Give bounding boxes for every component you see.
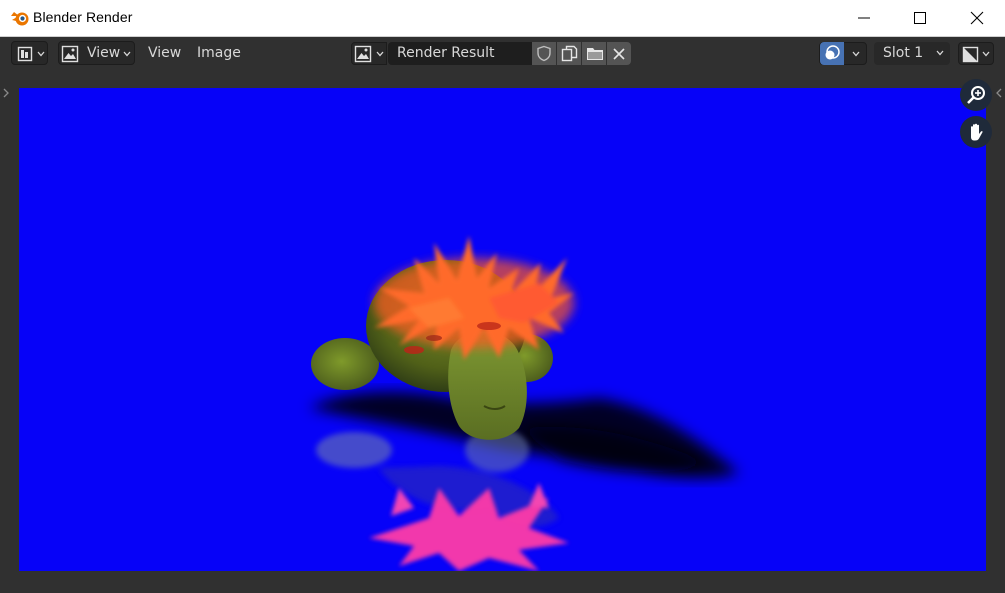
overlay-toggle-button[interactable]: [820, 42, 844, 65]
image-menu[interactable]: Image: [197, 45, 241, 61]
overlay-toggle-icon: [825, 45, 840, 60]
close-icon: [613, 48, 625, 60]
image-editor-header: View View Image Render Result Slot 1: [0, 37, 1005, 69]
close-icon: [970, 11, 984, 25]
view-mode-label: View: [87, 45, 121, 61]
view-mode-dropdown[interactable]: View: [58, 41, 135, 65]
sidebar-expand-arrow-icon[interactable]: [995, 87, 1003, 99]
pan-gizmo[interactable]: [960, 116, 992, 148]
display-channels-icon: [962, 46, 979, 63]
minimize-icon: [858, 17, 870, 19]
image-icon: [61, 45, 79, 63]
minimize-button[interactable]: [836, 0, 892, 36]
toolbar-expand-arrow-icon[interactable]: [2, 87, 10, 99]
editor-type-button[interactable]: [11, 41, 48, 65]
chevron-down-icon: [37, 51, 45, 57]
image-browse-icon: [354, 45, 372, 63]
display-channels-dropdown[interactable]: [958, 42, 994, 65]
image-editor-icon: [17, 46, 33, 62]
folder-icon: [587, 48, 603, 60]
chevron-down-icon: [376, 51, 384, 57]
zoom-gizmo[interactable]: [960, 79, 992, 111]
render-scene: [309, 236, 739, 571]
open-image-button[interactable]: [582, 42, 606, 65]
blender-logo-icon: [11, 12, 29, 26]
maximize-button[interactable]: [892, 0, 948, 36]
chevron-down-icon: [982, 51, 990, 57]
chevron-down-icon: [123, 51, 131, 57]
image-name-field[interactable]: Render Result: [388, 42, 532, 65]
monkey-face: [448, 331, 527, 440]
render-slot-label: Slot 1: [883, 45, 924, 61]
image-name-text: Render Result: [397, 45, 495, 61]
close-window-button[interactable]: [949, 0, 1005, 36]
duplicate-image-button[interactable]: [557, 42, 581, 65]
zoom-icon: [967, 86, 985, 104]
image-viewport[interactable]: [0, 69, 1005, 593]
overlay-dropdown[interactable]: [819, 42, 867, 65]
window-title: Blender Render: [33, 9, 133, 25]
monkey-left-ear: [311, 338, 379, 390]
chevron-down-icon: [936, 50, 944, 56]
duplicate-icon: [561, 45, 578, 62]
chevron-down-icon: [852, 51, 860, 57]
render-slot-dropdown[interactable]: Slot 1: [874, 42, 950, 65]
window-title-bar: Blender Render: [0, 0, 1005, 37]
pan-hand-icon: [971, 123, 983, 141]
view-menu[interactable]: View: [148, 45, 181, 61]
image-browse-button[interactable]: [351, 42, 387, 65]
maximize-icon: [914, 12, 926, 24]
render-result-image: [19, 88, 986, 571]
unlink-image-button[interactable]: [607, 42, 631, 65]
fake-user-button[interactable]: [532, 42, 556, 65]
shield-icon: [537, 45, 551, 62]
